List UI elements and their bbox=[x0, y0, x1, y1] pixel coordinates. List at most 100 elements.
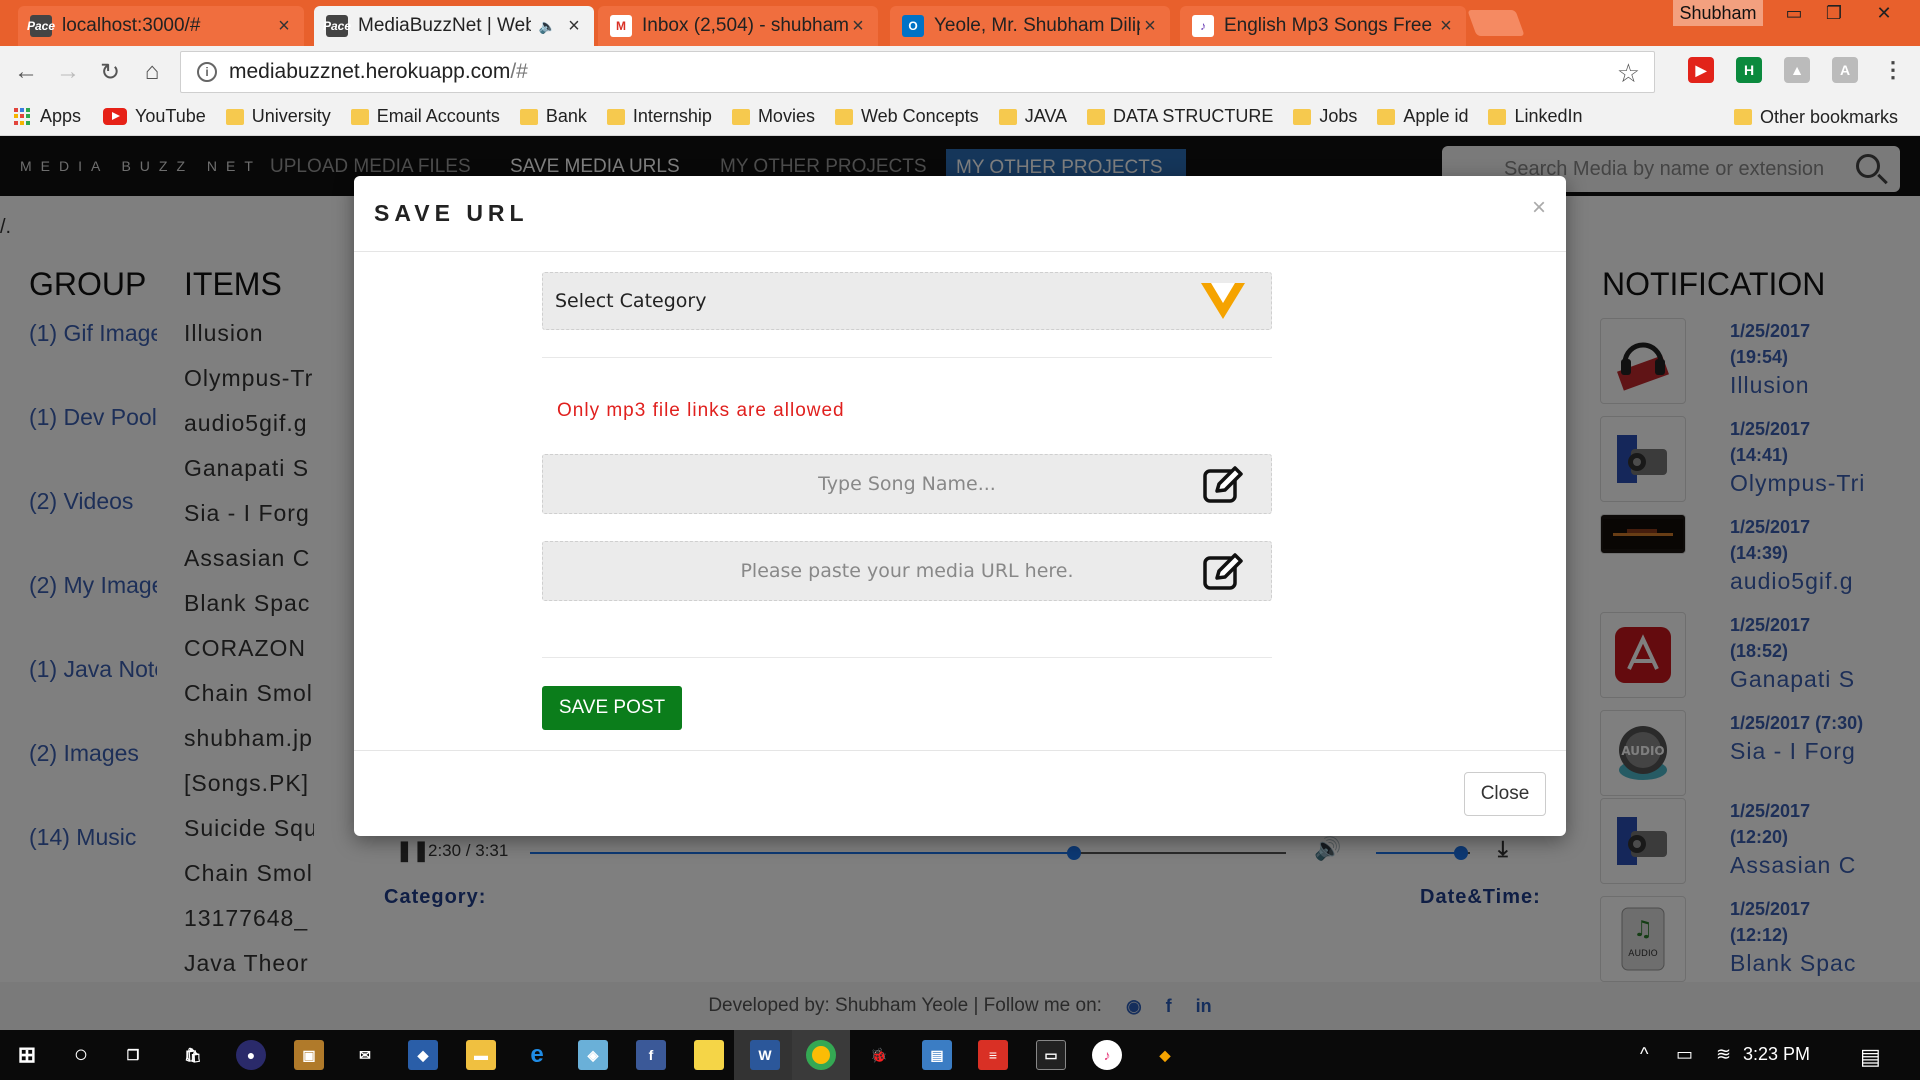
tab-close-icon[interactable]: × bbox=[1436, 15, 1456, 38]
profile-badge[interactable]: Shubham bbox=[1673, 0, 1763, 26]
tray-chevron-icon[interactable]: ^ bbox=[1640, 1044, 1648, 1065]
tab-outlook[interactable]: O Yeole, Mr. Shubham Dilip × bbox=[890, 6, 1170, 46]
tab-title: Inbox (2,504) - shubham bbox=[642, 15, 848, 36]
tab-localhost[interactable]: Pace localhost:3000/# × bbox=[18, 6, 304, 46]
bookmark-web-concepts[interactable]: Web Concepts bbox=[834, 106, 979, 127]
bookmark-label: Email Accounts bbox=[376, 106, 500, 126]
windows-start-icon[interactable]: ⊞ bbox=[12, 1040, 42, 1070]
tab-mediabuzznet[interactable]: Pace MediaBuzzNet | Weba 🔈 × bbox=[314, 6, 594, 46]
folder-icon bbox=[606, 108, 625, 125]
song-name-field[interactable]: Type Song Name... bbox=[542, 454, 1272, 514]
bookmark-apps[interactable]: Apps bbox=[14, 106, 81, 127]
folder-icon bbox=[1293, 108, 1312, 125]
app-icon[interactable]: ◈ bbox=[578, 1040, 608, 1070]
media-url-placeholder: Please paste your media URL here. bbox=[740, 560, 1074, 582]
cortana-icon[interactable]: ○ bbox=[66, 1040, 96, 1070]
bookmark-internship[interactable]: Internship bbox=[606, 106, 712, 127]
bookmark-linkedin[interactable]: LinkedIn bbox=[1488, 106, 1583, 127]
tab-title: English Mp3 Songs Free bbox=[1224, 15, 1433, 36]
app-icon[interactable]: ▤ bbox=[922, 1040, 952, 1070]
bookmark-other[interactable]: Other bookmarks bbox=[1733, 98, 1898, 136]
bookmark-movies[interactable]: Movies bbox=[731, 106, 815, 127]
home-icon[interactable]: ⌂ bbox=[136, 56, 168, 88]
divider bbox=[542, 657, 1272, 658]
notification-center-icon[interactable]: ▤ bbox=[1860, 1044, 1881, 1070]
reload-icon[interactable]: ↻ bbox=[94, 56, 126, 88]
menu-dots-icon[interactable]: ⋮ bbox=[1880, 57, 1906, 83]
app-icon[interactable]: ● bbox=[236, 1040, 266, 1070]
edge-icon[interactable]: e bbox=[522, 1040, 552, 1070]
back-arrow-icon[interactable]: ← bbox=[10, 56, 42, 88]
tab-inbox[interactable]: M Inbox (2,504) - shubham × bbox=[598, 6, 878, 46]
tab-close-icon[interactable]: × bbox=[1140, 15, 1160, 38]
new-tab-button[interactable] bbox=[1467, 10, 1525, 36]
task-view-icon[interactable]: ❐ bbox=[118, 1040, 148, 1070]
app-icon[interactable]: ◆ bbox=[1150, 1040, 1180, 1070]
facebook-app-icon[interactable]: f bbox=[636, 1040, 666, 1070]
itunes-icon[interactable]: ♪ bbox=[1092, 1040, 1122, 1070]
modal-close-icon[interactable]: × bbox=[1532, 194, 1546, 222]
extension-green-icon[interactable]: H bbox=[1736, 57, 1762, 83]
extension-drive-icon[interactable]: ▲ bbox=[1784, 57, 1810, 83]
bookmark-university[interactable]: University bbox=[225, 106, 331, 127]
bookmark-apple-id[interactable]: Apple id bbox=[1377, 106, 1468, 127]
tab-close-icon[interactable]: × bbox=[274, 15, 294, 38]
wifi-icon[interactable]: ≋ bbox=[1716, 1044, 1731, 1065]
media-url-field[interactable]: Please paste your media URL here. bbox=[542, 541, 1272, 601]
info-icon[interactable]: i bbox=[197, 62, 217, 82]
taskbar-clock[interactable]: 3:23 PM bbox=[1743, 1044, 1810, 1065]
speaker-icon[interactable]: 🔈 bbox=[539, 18, 556, 35]
category-select[interactable]: Select Category bbox=[542, 272, 1272, 330]
app-icon[interactable]: ◆ bbox=[408, 1040, 438, 1070]
edit-icon[interactable] bbox=[1201, 550, 1245, 599]
chrome-icon[interactable] bbox=[806, 1040, 836, 1070]
divider bbox=[542, 357, 1272, 358]
store-icon[interactable]: 🛍 bbox=[178, 1040, 208, 1070]
app-icon[interactable]: 🐞 bbox=[864, 1040, 894, 1070]
folder-icon bbox=[1733, 109, 1752, 125]
address-bar[interactable]: i mediabuzznet.herokuapp.com/# ☆ bbox=[180, 51, 1655, 93]
bookmark-jobs[interactable]: Jobs bbox=[1293, 106, 1357, 127]
bookmark-email-accounts[interactable]: Email Accounts bbox=[350, 106, 500, 127]
restore-icon[interactable]: ❐ bbox=[1812, 0, 1856, 26]
close-button[interactable]: Close bbox=[1464, 772, 1546, 816]
folder-icon bbox=[350, 108, 369, 125]
bookmark-label: Apple id bbox=[1403, 106, 1469, 126]
bookmark-java[interactable]: JAVA bbox=[998, 106, 1067, 127]
terminal-icon[interactable]: ▭ bbox=[1036, 1040, 1066, 1070]
tab-close-icon[interactable]: × bbox=[848, 15, 868, 38]
extension-acrobat-icon[interactable]: A bbox=[1832, 57, 1858, 83]
bookmark-label: Jobs bbox=[1319, 106, 1358, 126]
chevron-down-icon[interactable] bbox=[1201, 283, 1245, 319]
tab-english-songs[interactable]: ♪ English Mp3 Songs Free × bbox=[1180, 6, 1466, 46]
bookmark-youtube[interactable]: YouTube bbox=[103, 106, 206, 127]
mail-icon[interactable]: ✉ bbox=[350, 1040, 380, 1070]
bookmark-bank[interactable]: Bank bbox=[519, 106, 587, 127]
sticky-notes-icon[interactable] bbox=[694, 1040, 724, 1070]
window-close-icon[interactable]: ✕ bbox=[1858, 0, 1910, 26]
battery-icon[interactable]: ▭ bbox=[1676, 1044, 1693, 1065]
file-explorer-icon[interactable]: ▬ bbox=[466, 1040, 496, 1070]
bookmark-label: DATA STRUCTURE bbox=[1113, 106, 1274, 126]
bookmark-label: Bank bbox=[545, 106, 587, 126]
browser-tab-bar: Pace localhost:3000/# × Pace MediaBuzzNe… bbox=[0, 0, 1920, 46]
url-path: /# bbox=[510, 60, 528, 83]
todoist-icon[interactable]: ≡ bbox=[978, 1040, 1008, 1070]
pace-favicon-icon: Pace bbox=[27, 15, 55, 37]
bookmark-star-icon[interactable]: ☆ bbox=[1617, 58, 1640, 89]
tab-title: MediaBuzzNet | Weba bbox=[358, 15, 531, 36]
extension-red-icon[interactable]: ▶ bbox=[1688, 57, 1714, 83]
folder-icon bbox=[834, 108, 853, 125]
forward-arrow-icon[interactable]: → bbox=[52, 56, 84, 88]
category-select-label: Select Category bbox=[555, 290, 707, 312]
tab-close-icon[interactable]: × bbox=[564, 15, 584, 38]
minimize-icon[interactable]: ▭ bbox=[1772, 0, 1816, 26]
save-url-modal: SAVE URL × Select Category Only mp3 file… bbox=[354, 176, 1566, 836]
edit-icon[interactable] bbox=[1201, 463, 1245, 512]
app-icon[interactable]: ▣ bbox=[294, 1040, 324, 1070]
save-post-button[interactable]: SAVE POST bbox=[542, 686, 682, 730]
word-icon[interactable]: W bbox=[750, 1040, 780, 1070]
bookmark-data-structure[interactable]: DATA STRUCTURE bbox=[1087, 106, 1273, 127]
bookmark-label: Other bookmarks bbox=[1759, 106, 1898, 127]
modal-footer-divider bbox=[354, 750, 1566, 751]
